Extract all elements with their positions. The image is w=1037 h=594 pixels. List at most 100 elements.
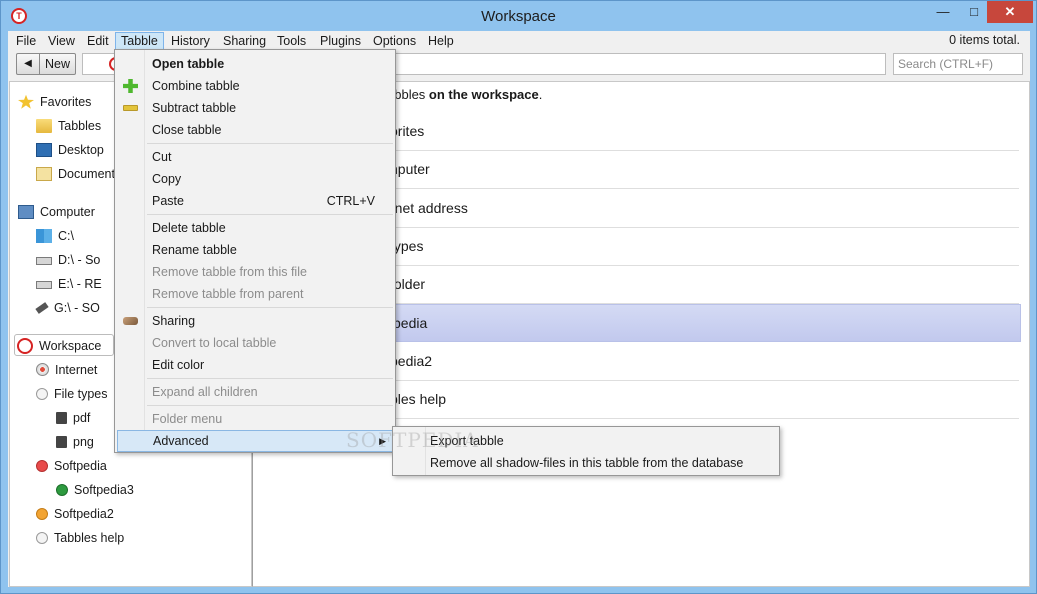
- menu-tools[interactable]: Tools: [272, 32, 311, 50]
- close-tabble-item[interactable]: Close tabble: [117, 119, 393, 141]
- submenu-arrow-icon: ▶: [379, 436, 386, 446]
- copy-item[interactable]: Copy: [117, 168, 393, 190]
- back-button[interactable]: ◀: [16, 53, 40, 75]
- header-bold-text: on the workspace: [428, 87, 539, 102]
- documents-icon: [36, 166, 52, 181]
- menu-separator: [147, 307, 393, 308]
- tree-item-label: Tabbles help: [54, 531, 125, 545]
- menu-item-label: Sharing: [152, 314, 196, 328]
- menu-item-label: Open tabble: [152, 57, 225, 71]
- menu-item-label: Convert to local tabble: [152, 336, 277, 350]
- usb-drive-icon: [35, 301, 49, 314]
- tree-item-label: C:\: [58, 229, 74, 243]
- tree-item-file-types[interactable]: File types: [36, 383, 108, 405]
- tree-item-label: Softpedia2: [54, 507, 114, 521]
- tree-item-label: Documents: [58, 167, 122, 181]
- cut-item[interactable]: Cut: [117, 146, 393, 168]
- tree-item-workspace[interactable]: Workspace: [14, 334, 114, 356]
- menu-edit[interactable]: Edit: [82, 32, 114, 50]
- menu-item-label: Close tabble: [152, 123, 222, 137]
- sharing-item[interactable]: Sharing: [117, 310, 393, 332]
- close-button[interactable]: ✕: [987, 1, 1033, 23]
- computer-icon: [18, 204, 34, 219]
- paste-item[interactable]: Paste CTRL+V: [117, 190, 393, 212]
- convert-local-item[interactable]: Convert to local tabble: [117, 332, 393, 354]
- remove-from-file-item[interactable]: Remove tabble from this file: [117, 261, 393, 283]
- remove-from-parent-item[interactable]: Remove tabble from parent: [117, 283, 393, 305]
- menu-options[interactable]: Options: [368, 32, 421, 50]
- rename-tabble-item[interactable]: Rename tabble: [117, 239, 393, 261]
- tree-item-softpedia2[interactable]: Softpedia2: [36, 503, 114, 525]
- new-button[interactable]: New: [40, 53, 76, 75]
- menu-item-label: Subtract tabble: [152, 101, 237, 115]
- menu-item-label: Folder menu: [152, 412, 223, 426]
- file-icon: [56, 411, 67, 424]
- tree-item-pdf[interactable]: pdf: [56, 407, 90, 429]
- subtract-tabble-item[interactable]: Subtract tabble: [117, 97, 393, 119]
- menu-bar: File View Edit Tabble History Sharing To…: [8, 31, 1030, 51]
- edit-color-item[interactable]: Edit color: [117, 354, 393, 376]
- internet-icon: [36, 363, 49, 377]
- minimize-button[interactable]: —: [929, 1, 957, 23]
- items-total-status: 0 items total.: [949, 33, 1020, 47]
- expand-children-item[interactable]: Expand all children: [117, 381, 393, 403]
- tree-item-label: Workspace: [39, 339, 102, 353]
- tree-item-favorites[interactable]: Favorites: [18, 91, 91, 113]
- tree-item-png[interactable]: png: [56, 431, 94, 453]
- menu-file[interactable]: File: [11, 32, 41, 50]
- tree-item-label: Softpedia: [54, 459, 107, 473]
- menu-help[interactable]: Help: [423, 32, 459, 50]
- tree-item-softpedia3[interactable]: Softpedia3: [56, 479, 134, 501]
- tabble-dropdown-menu: Open tabble Combine tabble Subtract tabb…: [114, 49, 396, 453]
- green-tabble-icon: [56, 483, 68, 496]
- tree-item-computer[interactable]: Computer: [18, 201, 95, 223]
- menu-history[interactable]: History: [166, 32, 215, 50]
- windows-drive-icon: [36, 228, 52, 243]
- tree-item-internet[interactable]: Internet: [36, 359, 97, 381]
- menu-item-label: Copy: [152, 172, 182, 186]
- main-header: abbles on the workspace.: [387, 87, 542, 102]
- combine-tabble-item[interactable]: Combine tabble: [117, 75, 393, 97]
- title-bar[interactable]: T Workspace — □ ✕: [1, 1, 1036, 31]
- tabble-circle-icon: [36, 387, 48, 400]
- search-input[interactable]: Search (CTRL+F): [893, 53, 1023, 75]
- tree-item-tabbles[interactable]: Tabbles: [36, 115, 101, 137]
- tree-item-label: png: [73, 435, 94, 449]
- folder-menu-item[interactable]: Folder menu: [117, 408, 393, 430]
- tree-item-drive-c[interactable]: C:\: [36, 225, 74, 247]
- tree-item-label: G:\ - SO: [54, 301, 100, 315]
- menu-gutter: [425, 427, 426, 475]
- folder-icon: [36, 118, 52, 133]
- menu-tabble[interactable]: Tabble: [115, 32, 164, 50]
- menu-plugins[interactable]: Plugins: [315, 32, 366, 50]
- app-window: T Workspace — □ ✕ File View Edit Tabble …: [0, 0, 1037, 594]
- file-icon: [56, 435, 67, 448]
- menu-item-label: Edit color: [152, 358, 205, 372]
- red-tabble-icon: [36, 459, 48, 472]
- menu-item-label: Expand all children: [152, 385, 258, 399]
- tree-item-drive-g[interactable]: G:\ - SO: [35, 297, 100, 319]
- delete-tabble-item[interactable]: Delete tabble: [117, 217, 393, 239]
- menu-view[interactable]: View: [43, 32, 80, 50]
- tree-item-documents[interactable]: Documents: [36, 163, 121, 185]
- window-title: Workspace: [481, 8, 556, 25]
- tree-item-drive-e[interactable]: E:\ - RE: [36, 273, 102, 295]
- remove-shadow-files-item[interactable]: Remove all shadow-files in this tabble f…: [430, 452, 743, 474]
- tree-item-tabbles-help[interactable]: Tabbles help: [36, 527, 124, 549]
- tree-item-softpedia[interactable]: Softpedia: [36, 455, 107, 477]
- export-tabble-item[interactable]: Export tabble: [430, 430, 504, 452]
- tree-item-drive-d[interactable]: D:\ - So: [36, 249, 100, 271]
- open-tabble-item[interactable]: Open tabble: [117, 53, 393, 75]
- tree-item-desktop[interactable]: Desktop: [36, 139, 104, 161]
- menu-item-label: Combine tabble: [152, 79, 240, 93]
- tree-item-label: File types: [54, 387, 108, 401]
- plus-icon: [123, 79, 138, 93]
- menu-item-label: Cut: [152, 150, 172, 164]
- maximize-button[interactable]: □: [960, 1, 988, 23]
- menu-sharing[interactable]: Sharing: [218, 32, 271, 50]
- advanced-submenu: Export tabble Remove all shadow-files in…: [392, 426, 780, 476]
- menu-item-label: Advanced: [153, 434, 209, 448]
- advanced-item[interactable]: Advanced ▶: [117, 430, 393, 452]
- menu-separator: [147, 378, 393, 379]
- tree-item-label: pdf: [73, 411, 91, 425]
